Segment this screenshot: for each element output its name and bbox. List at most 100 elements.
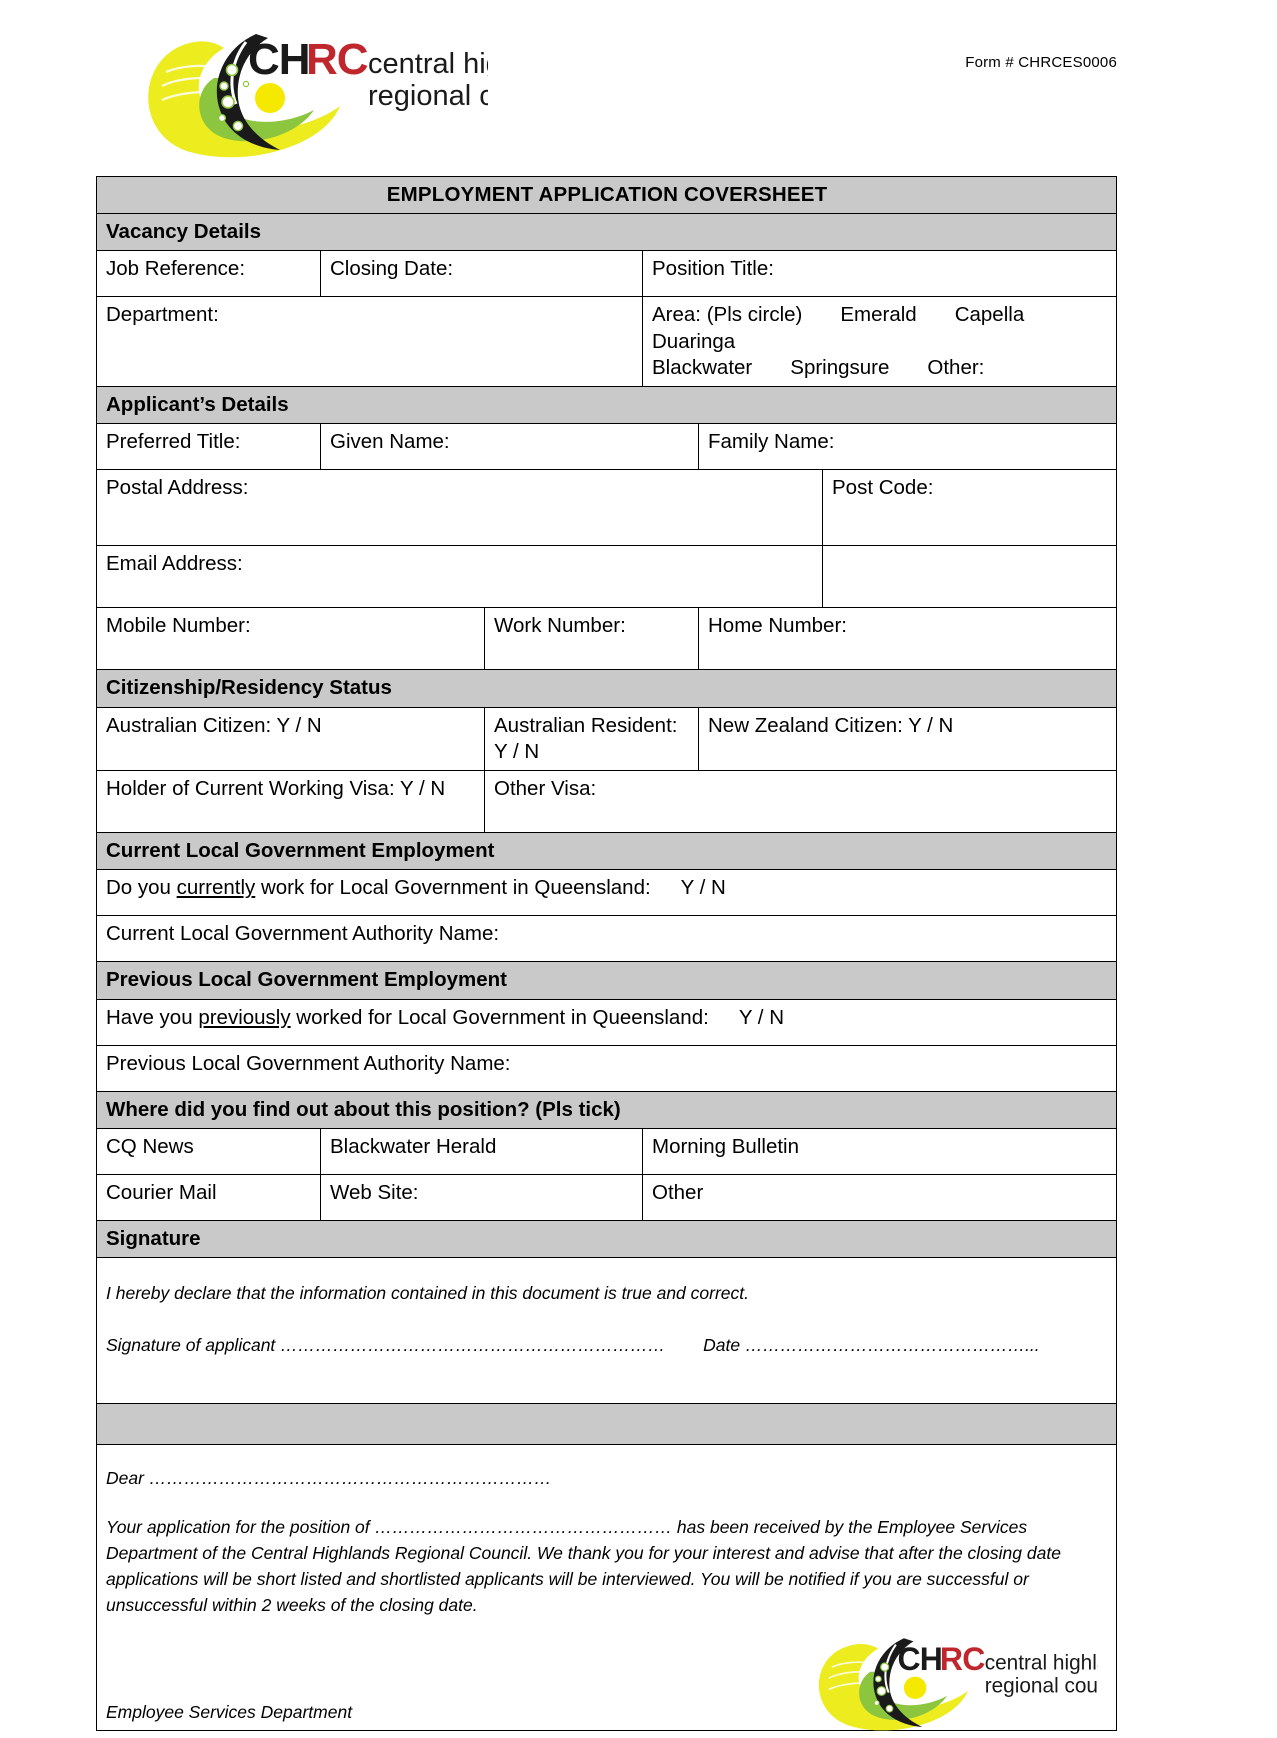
citizenship-row-2: Holder of Current Working Visa: Y / N Ot… xyxy=(96,770,1118,834)
field-work-number[interactable]: Work Number: xyxy=(484,607,699,671)
section-header-row: Previous Local Government Employment xyxy=(95,961,1118,1000)
dear-dots: …………………………………………………………… xyxy=(148,1468,552,1489)
section-header-row: Citizenship/Residency Status xyxy=(95,669,1118,708)
field-postal-address[interactable]: Postal Address: xyxy=(96,469,823,547)
option-cq-news[interactable]: CQ News xyxy=(96,1127,321,1175)
signature-label: Signature of applicant xyxy=(106,1335,276,1356)
svg-text:CH: CH xyxy=(898,1641,943,1677)
field-current-lg-authority[interactable]: Current Local Government Authority Name: xyxy=(95,915,1118,963)
section-header-row: Vacancy Details xyxy=(95,213,1118,252)
svg-text:regional council: regional council xyxy=(985,1675,1098,1698)
current-q-underlined: currently xyxy=(176,876,256,900)
section-citizenship-status: Citizenship/Residency Status xyxy=(95,669,1118,708)
field-australian-citizen[interactable]: Australian Citizen: Y / N xyxy=(96,706,485,772)
vacancy-row-1: Job Reference: Closing Date: Position Ti… xyxy=(96,250,1118,298)
acknowledgement-letter: Dear …………………………………………………………… Your applic… xyxy=(95,1444,1142,1732)
declaration-text: I hereby declare that the information co… xyxy=(106,1283,749,1304)
applicant-row-4: Mobile Number: Work Number: Home Number: xyxy=(96,607,1118,671)
chrc-logo-footer: CH RC central highlands regional council xyxy=(793,1635,1142,1731)
option-other[interactable]: Other xyxy=(641,1173,1118,1221)
field-mobile-number[interactable]: Mobile Number: xyxy=(96,607,485,671)
chrc-logo: CH RC central highlands regional council xyxy=(128,26,488,158)
applicant-row-3: Email Address: xyxy=(96,545,1118,609)
field-home-number[interactable]: Home Number: xyxy=(697,607,1118,671)
option-web-site[interactable]: Web Site: xyxy=(320,1173,643,1221)
letter-footer: Employee Services Department xyxy=(106,1701,353,1722)
field-new-zealand-citizen[interactable]: New Zealand Citizen: Y / N xyxy=(697,706,1118,772)
current-q-post: work for Local Government in Queensland: xyxy=(255,876,651,900)
area-option-springsure[interactable]: Springsure xyxy=(790,356,889,379)
field-previous-lg-authority[interactable]: Previous Local Government Authority Name… xyxy=(95,1044,1118,1092)
section-previous-lg-employment: Previous Local Government Employment xyxy=(95,961,1118,1000)
field-email-address[interactable]: Email Address: xyxy=(96,545,823,609)
letter-paragraph: Your application for the position of ………… xyxy=(106,1515,1108,1618)
citizenship-row-1: Australian Citizen: Y / N Australian Res… xyxy=(96,706,1118,772)
section-signature: Signature xyxy=(95,1219,1118,1259)
date-dots: …………………………………………... xyxy=(745,1335,1040,1356)
area-option-blackwater[interactable]: Blackwater xyxy=(652,356,752,379)
document-header: CH RC central highlands regional council… xyxy=(0,0,1277,168)
previous-q-underlined: previously xyxy=(198,1005,291,1029)
field-position-title[interactable]: Position Title: xyxy=(641,250,1118,298)
field-other-visa[interactable]: Other Visa: xyxy=(483,770,1118,834)
field-closing-date[interactable]: Closing Date: xyxy=(320,250,643,298)
area-label: Area: (Pls circle) xyxy=(652,303,803,327)
section-applicants-details: Applicant’s Details xyxy=(95,386,1118,425)
svg-text:RC: RC xyxy=(940,1641,985,1677)
document-page: CH RC central highlands regional council… xyxy=(0,0,1277,1732)
letter-salutation: Dear …………………………………………………………… xyxy=(106,1467,1108,1489)
previous-q-post: worked for Local Government in Queenslan… xyxy=(290,1005,709,1029)
option-courier-mail[interactable]: Courier Mail xyxy=(96,1173,321,1221)
svg-text:CH: CH xyxy=(248,35,310,84)
section-current-lg-employment: Current Local Government Employment xyxy=(95,832,1118,871)
field-job-reference[interactable]: Job Reference: xyxy=(96,250,321,298)
field-family-name[interactable]: Family Name: xyxy=(697,423,1118,471)
option-morning-bulletin[interactable]: Morning Bulletin xyxy=(641,1127,1118,1175)
field-australian-resident[interactable]: Australian Resident: Y / N xyxy=(484,706,699,772)
section-header-row: Where did you find out about this positi… xyxy=(95,1090,1118,1129)
signature-block-row: I hereby declare that the information co… xyxy=(95,1257,1118,1405)
signature-block: I hereby declare that the information co… xyxy=(95,1257,1118,1405)
field-preferred-title[interactable]: Preferred Title: xyxy=(96,423,321,471)
section-find-out-about-position: Where did you find out about this positi… xyxy=(95,1090,1118,1129)
date-label: Date xyxy=(703,1335,741,1356)
area-option-capella[interactable]: Capella xyxy=(955,303,1025,326)
previous-q-pre: Have you xyxy=(106,1005,199,1029)
field-area[interactable]: Area: (Pls circle) Emerald Capella Duaringa… xyxy=(641,296,1118,388)
chrc-logo-footer-icon: CH RC central highlands regional council xyxy=(818,1638,1142,1731)
field-previous-lg-question[interactable]: Have you previously worked for Local Gov… xyxy=(95,998,1118,1046)
current-q-pre: Do you xyxy=(106,876,177,900)
field-post-code[interactable]: Post Code: xyxy=(821,469,1118,547)
section-header-row: Current Local Government Employment xyxy=(95,832,1118,871)
svg-text:regional council: regional council xyxy=(368,80,488,112)
find-out-row-2: Courier Mail Web Site: Other xyxy=(96,1173,1118,1221)
grey-divider xyxy=(95,1403,1118,1446)
field-post-code-continued[interactable] xyxy=(821,545,1118,609)
signature-line[interactable]: Signature of applicant ……………………………………………… xyxy=(106,1334,1108,1356)
find-out-row-1: CQ News Blackwater Herald Morning Bullet… xyxy=(96,1127,1118,1175)
svg-text:central highlands: central highlands xyxy=(368,48,488,80)
letter-paragraph-pre: Your application for the position of xyxy=(106,1517,375,1538)
area-option-duaringa[interactable]: Duaringa xyxy=(652,330,735,353)
field-working-visa[interactable]: Holder of Current Working Visa: Y / N xyxy=(96,770,485,834)
field-given-name[interactable]: Given Name: xyxy=(320,423,699,471)
field-department[interactable]: Department: xyxy=(96,296,643,388)
form-number: Form # CHRCES0006 xyxy=(965,54,1117,71)
employment-application-form: EMPLOYMENT APPLICATION COVERSHEET Vacanc… xyxy=(95,175,1142,1732)
svg-text:central highlands: central highlands xyxy=(985,1651,1098,1674)
dear-label: Dear xyxy=(106,1468,144,1489)
applicant-row-2: Postal Address: Post Code: xyxy=(96,469,1118,547)
grey-divider-row xyxy=(95,1403,1118,1446)
section-header-row: Signature xyxy=(95,1219,1118,1259)
signature-dots: ………………………………………………………… xyxy=(280,1335,666,1356)
current-lg-authority-row: Current Local Government Authority Name: xyxy=(95,915,1118,963)
vacancy-row-2: Department: Area: (Pls circle) Emerald Cap… xyxy=(96,296,1118,388)
area-option-emerald[interactable]: Emerald xyxy=(840,303,916,326)
option-blackwater-herald[interactable]: Blackwater Herald xyxy=(320,1127,643,1175)
letter-paragraph-dots: …………………………………………… xyxy=(374,1517,673,1538)
area-option-other[interactable]: Other: xyxy=(927,356,984,379)
current-q-yes-no[interactable]: Y / N xyxy=(681,876,726,899)
previous-q-yes-no[interactable]: Y / N xyxy=(739,1006,784,1029)
field-current-lg-question[interactable]: Do you currently work for Local Governme… xyxy=(95,869,1118,917)
form-title-row: EMPLOYMENT APPLICATION COVERSHEET xyxy=(95,175,1118,215)
